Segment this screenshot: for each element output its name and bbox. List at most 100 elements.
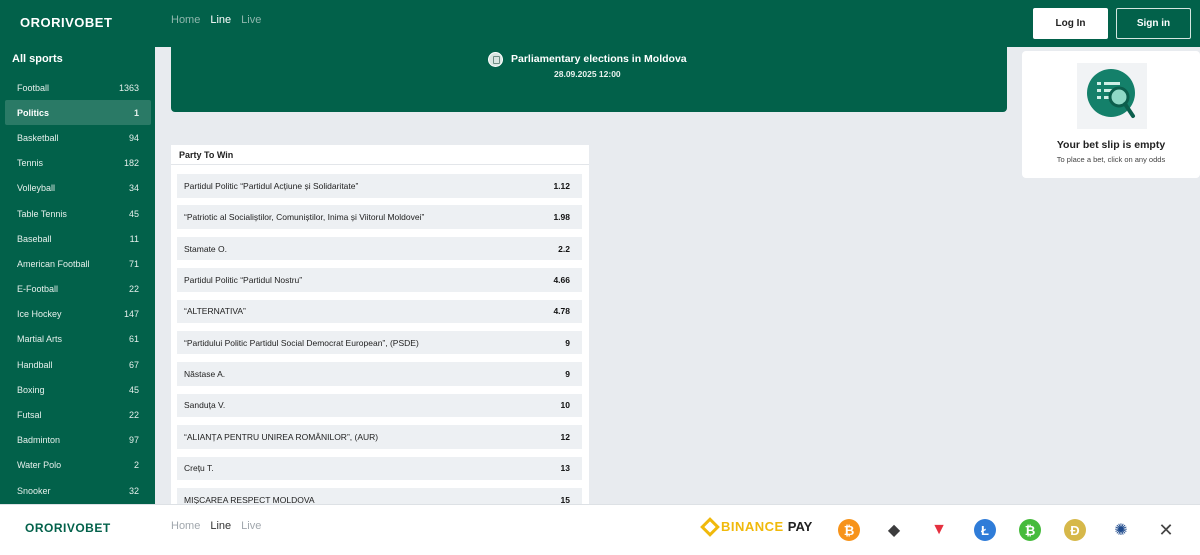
sidebar-item-football[interactable]: Football 1363 — [5, 75, 151, 100]
outcome-row[interactable]: Crețu T. 13 — [177, 456, 582, 481]
sidebar-title: All sports — [12, 53, 63, 65]
binance-pay: PAY — [787, 519, 813, 534]
outcome-row[interactable]: “ALIANȚA PENTRU UNIREA ROMÂNILOR”, (AUR)… — [177, 425, 582, 449]
outcome-row[interactable]: “Partidului Politic Partidul Social Demo… — [177, 330, 582, 355]
sidebar-item-label: Baseball — [17, 233, 52, 244]
outcome-name: “ALIANȚA PENTRU UNIREA ROMÂNILOR”, (AUR) — [184, 431, 379, 442]
sidebar-item-label: Tennis — [17, 158, 44, 169]
outcome-odds[interactable]: 9 — [565, 338, 570, 348]
outcome-odds[interactable]: 9 — [565, 369, 570, 379]
binance-pay-logo: BINANCE PAY — [700, 516, 813, 537]
outcome-odds[interactable]: 4.66 — [553, 275, 570, 285]
sidebar-item-e-football[interactable]: E-Football 22 — [5, 277, 151, 302]
outcome-row[interactable]: Sanduța V. 10 — [177, 393, 582, 418]
sidebar-item-label: Martial Arts — [17, 334, 63, 345]
outcome-row[interactable]: “ALTERNATIVA” 4.78 — [177, 299, 582, 324]
sidebar-item-water-polo[interactable]: Water Polo 2 — [5, 453, 151, 478]
sidebar-item-politics[interactable]: Politics 1 — [5, 100, 151, 126]
sidebar-item-label: Water Polo — [17, 460, 62, 471]
bet-slip: Your bet slip is empty To place a bet, c… — [1022, 51, 1200, 178]
outcome-list: Partidul Politic “Partidul Acțiune și So… — [177, 174, 582, 504]
sidebar-item-american-football[interactable]: American Football 71 — [5, 251, 151, 276]
nav-home[interactable]: Home — [171, 14, 200, 26]
event-banner: Parliamentary elections in Moldova 28.09… — [171, 47, 1007, 112]
signin-button[interactable]: Sign in — [1116, 8, 1191, 39]
cardano-icon[interactable]: ✺ — [1110, 519, 1132, 541]
login-button[interactable]: Log In — [1033, 8, 1108, 39]
binance-name: BINANCE — [721, 519, 784, 534]
footer-logo[interactable]: ORORIVOBET — [25, 521, 111, 535]
footer-nav-live[interactable]: Live — [241, 520, 261, 532]
outcome-row[interactable]: “Patriotic al Socialiștilor, Comuniștilo… — [177, 205, 582, 229]
sidebar-item-tennis[interactable]: Tennis 182 — [5, 151, 151, 176]
sidebar-item-count: 45 — [128, 384, 139, 395]
outcome-row[interactable]: Năstase A. 9 — [177, 362, 582, 386]
betslip-hint: To place a bet, click on any odds — [1056, 155, 1166, 164]
sidebar-item-count: 2 — [133, 460, 139, 471]
sidebar-item-label: Basketball — [17, 132, 59, 143]
sidebar-item-handball[interactable]: Handball 67 — [5, 352, 151, 377]
site-logo[interactable]: ORORIVOBET — [20, 15, 112, 30]
ballot-icon — [488, 52, 503, 67]
footer-nav-home[interactable]: Home — [171, 520, 200, 532]
betslip-title: Your bet slip is empty — [1056, 139, 1166, 151]
sidebar-item-label: Politics — [17, 107, 50, 118]
sidebar-item-label: American Football — [17, 258, 90, 269]
sidebar-item-volleyball[interactable]: Volleyball 34 — [5, 176, 151, 201]
xrp-icon[interactable]: ✕ — [1155, 519, 1177, 541]
outcome-odds[interactable]: 10 — [561, 400, 570, 410]
nav-line[interactable]: Line — [210, 14, 231, 26]
tron-icon[interactable]: ▼ — [928, 519, 950, 541]
sidebar-item-count: 182 — [123, 158, 139, 169]
sidebar-item-count: 22 — [128, 284, 139, 295]
outcome-odds[interactable]: 4.78 — [553, 306, 570, 316]
sidebar-item-count: 147 — [123, 309, 139, 320]
sidebar-item-count: 97 — [128, 435, 139, 446]
sidebar-item-table-tennis[interactable]: Table Tennis 45 — [5, 201, 151, 226]
outcome-name: “ALTERNATIVA” — [184, 306, 246, 317]
nav-live[interactable]: Live — [241, 14, 261, 26]
litecoin-icon[interactable]: Ł — [974, 519, 996, 541]
binance-icon — [700, 516, 720, 537]
event-title: Parliamentary elections in Moldova — [511, 53, 687, 65]
sidebar-item-martial-arts[interactable]: Martial Arts 61 — [5, 327, 151, 352]
ethereum-icon[interactable]: ◆ — [883, 519, 905, 541]
outcome-row[interactable]: Partidul Politic “Partidul Nostru” 4.66 — [177, 268, 582, 292]
sidebar-item-baseball[interactable]: Baseball 11 — [5, 226, 151, 251]
outcome-name: Năstase A. — [184, 369, 226, 380]
sidebar-item-count: 45 — [128, 208, 139, 219]
sidebar-item-badminton[interactable]: Badminton 97 — [5, 428, 151, 453]
footer-nav-line[interactable]: Line — [210, 520, 231, 532]
sidebar-item-count: 1 — [133, 107, 139, 118]
outcome-odds[interactable]: 13 — [561, 463, 570, 473]
outcome-name: “Patriotic al Socialiștilor, Comuniștilo… — [184, 212, 425, 223]
sidebar-item-label: Football — [17, 82, 50, 93]
outcome-row[interactable]: Partidul Politic “Partidul Acțiune și So… — [177, 174, 582, 198]
sidebar-item-basketball[interactable]: Basketball 94 — [5, 125, 151, 150]
sidebar-item-label: Table Tennis — [17, 208, 67, 219]
sidebar-item-ice-hockey[interactable]: Ice Hockey 147 — [5, 302, 151, 327]
dogecoin-icon[interactable]: Ð — [1064, 519, 1086, 541]
outcome-row[interactable]: MIȘCAREA RESPECT MOLDOVA 15 — [177, 487, 582, 504]
sidebar-item-label: Ice Hockey — [17, 309, 62, 320]
outcome-odds[interactable]: 1.98 — [553, 212, 570, 222]
outcome-odds[interactable]: 12 — [561, 432, 570, 442]
bitcoin-cash-icon[interactable]: ₿ — [1019, 519, 1041, 541]
outcome-odds[interactable]: 1.12 — [553, 181, 570, 191]
sidebar-item-boxing[interactable]: Boxing 45 — [5, 377, 151, 402]
sidebar-item-count: 34 — [128, 183, 139, 194]
sidebar-item-count: 94 — [128, 132, 139, 143]
bitcoin-icon[interactable]: ₿ — [838, 519, 860, 541]
sport-list: Football 1363 Politics 1 Basketball 94 Tennis 1… — [5, 75, 151, 503]
sidebar-item-count: 71 — [128, 258, 139, 269]
sidebar-item-snooker[interactable]: Snooker 32 — [5, 478, 151, 503]
sidebar-item-futsal[interactable]: Futsal 22 — [5, 402, 151, 427]
outcome-odds[interactable]: 2.2 — [558, 244, 570, 254]
sports-sidebar: All sports Football 1363 Politics 1 Basketba… — [0, 47, 155, 504]
sidebar-item-count: 67 — [128, 359, 139, 370]
outcome-odds[interactable]: 15 — [561, 495, 570, 504]
sidebar-item-label: Boxing — [17, 384, 45, 395]
outcome-row[interactable]: Stamate O. 2.2 — [177, 236, 582, 261]
event-date: 28.09.2025 12:00 — [554, 69, 621, 79]
outcome-name: Partidul Politic “Partidul Acțiune și So… — [184, 180, 359, 191]
